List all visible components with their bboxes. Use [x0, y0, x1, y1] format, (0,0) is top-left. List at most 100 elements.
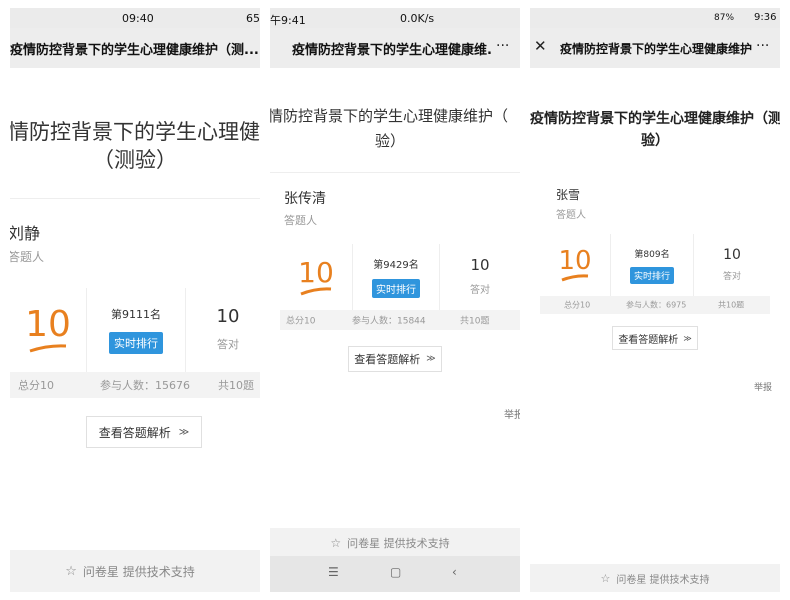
correct-label: 答对	[722, 272, 741, 282]
score-summary-row: 总分10 参与人数：15844 共10题	[280, 310, 520, 330]
live-ranking-button[interactable]: 实时排行	[629, 266, 674, 284]
view-analysis-label: 查看答题解析	[618, 334, 679, 346]
score-summary-row: 总分10 参与人数：15676 共10题	[10, 372, 260, 398]
status-time: 9:36	[754, 12, 777, 23]
status-bar: 午9:41 0.0K/s	[270, 8, 520, 28]
score-summary-row: 总分10 参与人数：6975 共10题	[540, 296, 770, 314]
score-value: 10	[298, 255, 334, 289]
score-underline-icon	[561, 274, 589, 282]
screenshot-2: 午9:41 0.0K/s 疫情防控背景下的学生心理健康维... ··· 情防控背…	[270, 8, 520, 592]
score-cell: 10	[280, 244, 352, 310]
home-icon[interactable]: ▢	[390, 565, 401, 579]
score-cell: 10	[540, 234, 610, 296]
correct-label: 答对	[470, 285, 490, 296]
correct-cell: 10 答对	[186, 288, 260, 372]
more-dots-icon[interactable]: ···	[496, 38, 509, 54]
star-outline-icon: ☆	[330, 536, 342, 550]
nav-title: 疫情防控背景下的学生心理健康维护（测...	[10, 43, 259, 58]
status-bar: 87% 9:36	[530, 8, 780, 28]
total-score: 总分10	[18, 379, 54, 392]
participants-count: 参与人数：15844	[352, 316, 426, 327]
status-time: 午9:41	[270, 14, 306, 27]
score-underline-icon	[300, 286, 332, 295]
live-ranking-button[interactable]: 实时排行	[109, 332, 163, 354]
double-chevron-down-icon: ≫	[178, 426, 190, 438]
status-bar: 09:40 65	[10, 8, 260, 28]
nav-title: 疫情防控背景下的学生心理健康维护（测...	[560, 42, 756, 56]
close-icon[interactable]: ✕	[534, 37, 547, 55]
respondent-role: 答题人	[284, 214, 317, 227]
score-value: 10	[558, 246, 592, 276]
correct-label: 答对	[217, 338, 239, 351]
rank-text: 第809名	[634, 249, 670, 260]
footer: ☆ 问卷星 提供技术支持	[10, 550, 260, 592]
phone-screen-3: 87% 9:36 ✕ 疫情防控背景下的学生心理健康维护（测... ··· 疫情防…	[530, 8, 780, 592]
nav-bar: 疫情防控背景下的学生心理健康维... ···	[270, 28, 520, 68]
phone-screen-1: 09:40 65 疫情防控背景下的学生心理健康维护（测... 情防控背景下的学生…	[10, 8, 260, 592]
footer-text: 问卷星 提供技术支持	[347, 537, 450, 550]
nav-bar: 疫情防控背景下的学生心理健康维护（测...	[10, 28, 260, 68]
screenshot-3: 87% 9:36 ✕ 疫情防控背景下的学生心理健康维护（测... ··· 疫情防…	[530, 8, 780, 592]
footer: ☆ 问卷星 提供技术支持	[530, 564, 780, 592]
view-analysis-label: 查看答题解析	[98, 425, 171, 440]
view-analysis-button[interactable]: 查看答题解析 ≫	[86, 416, 202, 448]
screenshot-1: 09:40 65 疫情防控背景下的学生心理健康维护（测... 情防控背景下的学生…	[10, 8, 260, 592]
score-card: 10 第809名 实时排行 10 答对 总分10 参与人数：6975 共10题	[540, 234, 770, 314]
view-analysis-button[interactable]: 查看答题解析 ≫	[348, 346, 442, 372]
live-ranking-button[interactable]: 实时排行	[372, 279, 420, 298]
rank-cell: 第809名 实时排行	[610, 234, 694, 296]
divider	[270, 172, 520, 173]
footer-text: 问卷星 提供技术支持	[616, 574, 710, 586]
system-nav-bar: ☰ ▢ ‹	[270, 556, 520, 592]
score-cell: 10	[10, 288, 86, 372]
score-value: 10	[25, 304, 71, 345]
participants-count: 参与人数：6975	[626, 300, 687, 310]
star-outline-icon: ☆	[600, 571, 611, 585]
page-title-line-2: 验）	[374, 132, 405, 150]
respondent-role: 答题人	[556, 210, 586, 221]
divider	[10, 198, 260, 199]
score-card: 10 第9111名 实时排行 10 答对 总分10 参与人数：15676 共10…	[10, 288, 260, 398]
correct-cell: 10 答对	[694, 234, 770, 296]
rank-cell: 第9111名 实时排行	[86, 288, 186, 372]
respondent-name: 刘静	[10, 224, 41, 243]
page-title-line-1: 情防控背景下的学生心理健康维护（	[270, 107, 509, 125]
total-score: 总分10	[564, 300, 591, 310]
correct-value: 10	[470, 256, 490, 274]
status-battery: 87%	[714, 13, 735, 23]
menu-icon[interactable]: ☰	[328, 565, 339, 579]
respondent-name: 张传清	[284, 191, 326, 207]
report-link[interactable]: 举报	[754, 380, 772, 393]
footer: ☆ 问卷星 提供技术支持	[270, 528, 520, 558]
page-title-line-1: 情防控背景下的学生心理健康维	[10, 120, 260, 144]
status-right: 65	[246, 12, 260, 25]
respondent-role: 答题人	[10, 250, 45, 264]
page-title: 情防控背景下的学生心理健康维护（ 验）	[270, 104, 520, 154]
view-analysis-label: 查看答题解析	[354, 353, 421, 366]
correct-value: 10	[723, 247, 741, 263]
question-count: 共10题	[218, 379, 254, 392]
rank-text: 第9111名	[111, 308, 161, 321]
double-chevron-down-icon: ≫	[683, 333, 692, 343]
total-score: 总分10	[286, 316, 316, 327]
page-title: 疫情防控背景下的学生心理健康维护（测 验）	[530, 108, 780, 152]
question-count: 共10题	[460, 316, 490, 327]
question-count: 共10题	[718, 300, 745, 310]
footer-text: 问卷星 提供技术支持	[82, 564, 195, 579]
status-right: 0.0K/s	[400, 12, 435, 25]
page-title-line-2: 验）	[641, 133, 669, 149]
correct-value: 10	[216, 306, 240, 327]
page-title: 情防控背景下的学生心理健康维 （测验）	[10, 118, 260, 174]
participants-count: 参与人数：15676	[100, 379, 190, 392]
correct-cell: 10 答对	[440, 244, 520, 310]
view-analysis-button[interactable]: 查看答题解析 ≫	[612, 326, 698, 350]
score-card: 10 第9429名 实时排行 10 答对 总分10 参与人数：15844 共10…	[280, 244, 520, 330]
nav-bar: ✕ 疫情防控背景下的学生心理健康维护（测... ···	[530, 28, 780, 68]
score-underline-icon	[29, 344, 67, 353]
back-icon[interactable]: ‹	[452, 565, 457, 579]
rank-cell: 第9429名 实时排行	[352, 244, 440, 310]
nav-title: 疫情防控背景下的学生心理健康维...	[292, 43, 492, 58]
report-link[interactable]: 举报	[504, 406, 520, 421]
rank-text: 第9429名	[373, 260, 419, 271]
more-dots-icon[interactable]: ···	[756, 38, 769, 54]
